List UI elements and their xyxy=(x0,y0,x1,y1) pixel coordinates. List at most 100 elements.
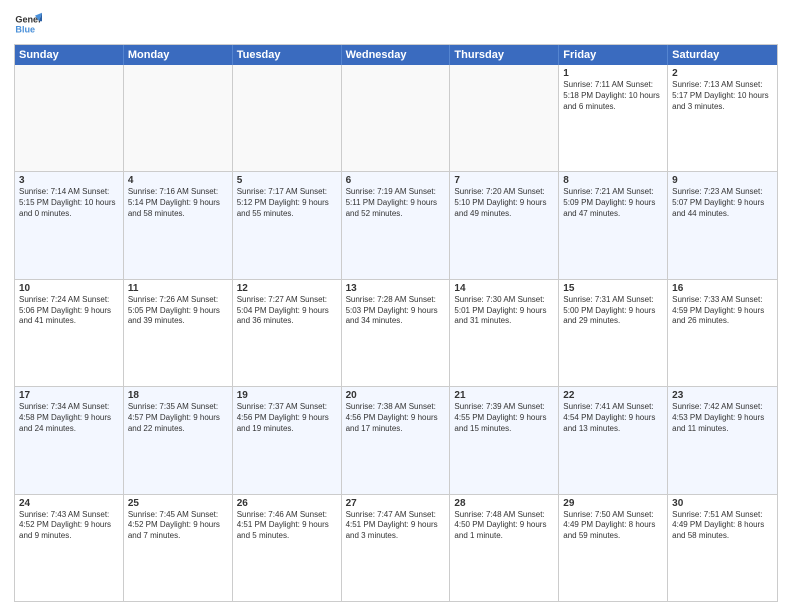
day-info: Sunrise: 7:14 AM Sunset: 5:15 PM Dayligh… xyxy=(19,187,119,219)
empty-cell xyxy=(15,65,124,171)
day-cell-11: 11Sunrise: 7:26 AM Sunset: 5:05 PM Dayli… xyxy=(124,280,233,386)
day-cell-18: 18Sunrise: 7:35 AM Sunset: 4:57 PM Dayli… xyxy=(124,387,233,493)
day-info: Sunrise: 7:24 AM Sunset: 5:06 PM Dayligh… xyxy=(19,295,119,327)
day-info: Sunrise: 7:27 AM Sunset: 5:04 PM Dayligh… xyxy=(237,295,337,327)
day-cell-21: 21Sunrise: 7:39 AM Sunset: 4:55 PM Dayli… xyxy=(450,387,559,493)
day-number: 17 xyxy=(19,390,119,401)
day-number: 28 xyxy=(454,498,554,509)
day-cell-12: 12Sunrise: 7:27 AM Sunset: 5:04 PM Dayli… xyxy=(233,280,342,386)
day-number: 20 xyxy=(346,390,446,401)
day-cell-15: 15Sunrise: 7:31 AM Sunset: 5:00 PM Dayli… xyxy=(559,280,668,386)
day-info: Sunrise: 7:30 AM Sunset: 5:01 PM Dayligh… xyxy=(454,295,554,327)
day-cell-29: 29Sunrise: 7:50 AM Sunset: 4:49 PM Dayli… xyxy=(559,495,668,601)
calendar-row-3: 17Sunrise: 7:34 AM Sunset: 4:58 PM Dayli… xyxy=(15,386,777,493)
day-info: Sunrise: 7:23 AM Sunset: 5:07 PM Dayligh… xyxy=(672,187,773,219)
day-number: 5 xyxy=(237,175,337,186)
day-info: Sunrise: 7:16 AM Sunset: 5:14 PM Dayligh… xyxy=(128,187,228,219)
calendar: SundayMondayTuesdayWednesdayThursdayFrid… xyxy=(14,44,778,602)
day-cell-20: 20Sunrise: 7:38 AM Sunset: 4:56 PM Dayli… xyxy=(342,387,451,493)
day-info: Sunrise: 7:28 AM Sunset: 5:03 PM Dayligh… xyxy=(346,295,446,327)
day-number: 23 xyxy=(672,390,773,401)
day-info: Sunrise: 7:46 AM Sunset: 4:51 PM Dayligh… xyxy=(237,510,337,542)
day-number: 13 xyxy=(346,283,446,294)
day-number: 25 xyxy=(128,498,228,509)
empty-cell xyxy=(233,65,342,171)
day-number: 18 xyxy=(128,390,228,401)
day-info: Sunrise: 7:11 AM Sunset: 5:18 PM Dayligh… xyxy=(563,80,663,112)
empty-cell xyxy=(124,65,233,171)
day-cell-6: 6Sunrise: 7:19 AM Sunset: 5:11 PM Daylig… xyxy=(342,172,451,278)
day-info: Sunrise: 7:20 AM Sunset: 5:10 PM Dayligh… xyxy=(454,187,554,219)
day-info: Sunrise: 7:17 AM Sunset: 5:12 PM Dayligh… xyxy=(237,187,337,219)
calendar-header: SundayMondayTuesdayWednesdayThursdayFrid… xyxy=(15,45,777,65)
day-info: Sunrise: 7:48 AM Sunset: 4:50 PM Dayligh… xyxy=(454,510,554,542)
day-info: Sunrise: 7:41 AM Sunset: 4:54 PM Dayligh… xyxy=(563,402,663,434)
day-cell-8: 8Sunrise: 7:21 AM Sunset: 5:09 PM Daylig… xyxy=(559,172,668,278)
day-cell-4: 4Sunrise: 7:16 AM Sunset: 5:14 PM Daylig… xyxy=(124,172,233,278)
empty-cell xyxy=(450,65,559,171)
day-number: 16 xyxy=(672,283,773,294)
day-number: 27 xyxy=(346,498,446,509)
svg-text:Blue: Blue xyxy=(15,24,35,34)
day-cell-22: 22Sunrise: 7:41 AM Sunset: 4:54 PM Dayli… xyxy=(559,387,668,493)
day-cell-26: 26Sunrise: 7:46 AM Sunset: 4:51 PM Dayli… xyxy=(233,495,342,601)
day-cell-28: 28Sunrise: 7:48 AM Sunset: 4:50 PM Dayli… xyxy=(450,495,559,601)
day-info: Sunrise: 7:45 AM Sunset: 4:52 PM Dayligh… xyxy=(128,510,228,542)
day-info: Sunrise: 7:34 AM Sunset: 4:58 PM Dayligh… xyxy=(19,402,119,434)
logo-icon: General Blue xyxy=(14,10,42,38)
day-number: 7 xyxy=(454,175,554,186)
day-number: 6 xyxy=(346,175,446,186)
calendar-row-2: 10Sunrise: 7:24 AM Sunset: 5:06 PM Dayli… xyxy=(15,279,777,386)
calendar-row-1: 3Sunrise: 7:14 AM Sunset: 5:15 PM Daylig… xyxy=(15,171,777,278)
day-cell-9: 9Sunrise: 7:23 AM Sunset: 5:07 PM Daylig… xyxy=(668,172,777,278)
day-cell-25: 25Sunrise: 7:45 AM Sunset: 4:52 PM Dayli… xyxy=(124,495,233,601)
day-number: 3 xyxy=(19,175,119,186)
day-number: 4 xyxy=(128,175,228,186)
empty-cell xyxy=(342,65,451,171)
day-info: Sunrise: 7:47 AM Sunset: 4:51 PM Dayligh… xyxy=(346,510,446,542)
day-info: Sunrise: 7:37 AM Sunset: 4:56 PM Dayligh… xyxy=(237,402,337,434)
day-info: Sunrise: 7:31 AM Sunset: 5:00 PM Dayligh… xyxy=(563,295,663,327)
weekday-header-thursday: Thursday xyxy=(450,45,559,65)
day-cell-27: 27Sunrise: 7:47 AM Sunset: 4:51 PM Dayli… xyxy=(342,495,451,601)
day-cell-13: 13Sunrise: 7:28 AM Sunset: 5:03 PM Dayli… xyxy=(342,280,451,386)
day-number: 12 xyxy=(237,283,337,294)
day-number: 22 xyxy=(563,390,663,401)
day-number: 21 xyxy=(454,390,554,401)
day-number: 14 xyxy=(454,283,554,294)
day-cell-23: 23Sunrise: 7:42 AM Sunset: 4:53 PM Dayli… xyxy=(668,387,777,493)
day-number: 19 xyxy=(237,390,337,401)
weekday-header-friday: Friday xyxy=(559,45,668,65)
day-info: Sunrise: 7:42 AM Sunset: 4:53 PM Dayligh… xyxy=(672,402,773,434)
weekday-header-monday: Monday xyxy=(124,45,233,65)
day-info: Sunrise: 7:39 AM Sunset: 4:55 PM Dayligh… xyxy=(454,402,554,434)
day-info: Sunrise: 7:50 AM Sunset: 4:49 PM Dayligh… xyxy=(563,510,663,542)
day-cell-14: 14Sunrise: 7:30 AM Sunset: 5:01 PM Dayli… xyxy=(450,280,559,386)
day-number: 9 xyxy=(672,175,773,186)
day-cell-1: 1Sunrise: 7:11 AM Sunset: 5:18 PM Daylig… xyxy=(559,65,668,171)
day-info: Sunrise: 7:38 AM Sunset: 4:56 PM Dayligh… xyxy=(346,402,446,434)
day-number: 29 xyxy=(563,498,663,509)
day-cell-17: 17Sunrise: 7:34 AM Sunset: 4:58 PM Dayli… xyxy=(15,387,124,493)
day-number: 24 xyxy=(19,498,119,509)
day-info: Sunrise: 7:26 AM Sunset: 5:05 PM Dayligh… xyxy=(128,295,228,327)
day-number: 8 xyxy=(563,175,663,186)
day-number: 10 xyxy=(19,283,119,294)
calendar-row-4: 24Sunrise: 7:43 AM Sunset: 4:52 PM Dayli… xyxy=(15,494,777,601)
page: General Blue SundayMondayTuesdayWednesda… xyxy=(0,0,792,612)
day-info: Sunrise: 7:13 AM Sunset: 5:17 PM Dayligh… xyxy=(672,80,773,112)
weekday-header-tuesday: Tuesday xyxy=(233,45,342,65)
day-cell-7: 7Sunrise: 7:20 AM Sunset: 5:10 PM Daylig… xyxy=(450,172,559,278)
logo: General Blue xyxy=(14,10,46,38)
day-cell-16: 16Sunrise: 7:33 AM Sunset: 4:59 PM Dayli… xyxy=(668,280,777,386)
calendar-body: 1Sunrise: 7:11 AM Sunset: 5:18 PM Daylig… xyxy=(15,65,777,601)
day-info: Sunrise: 7:51 AM Sunset: 4:49 PM Dayligh… xyxy=(672,510,773,542)
day-cell-3: 3Sunrise: 7:14 AM Sunset: 5:15 PM Daylig… xyxy=(15,172,124,278)
header: General Blue xyxy=(14,10,778,38)
day-number: 2 xyxy=(672,68,773,79)
day-number: 15 xyxy=(563,283,663,294)
weekday-header-saturday: Saturday xyxy=(668,45,777,65)
day-cell-5: 5Sunrise: 7:17 AM Sunset: 5:12 PM Daylig… xyxy=(233,172,342,278)
day-info: Sunrise: 7:33 AM Sunset: 4:59 PM Dayligh… xyxy=(672,295,773,327)
weekday-header-sunday: Sunday xyxy=(15,45,124,65)
